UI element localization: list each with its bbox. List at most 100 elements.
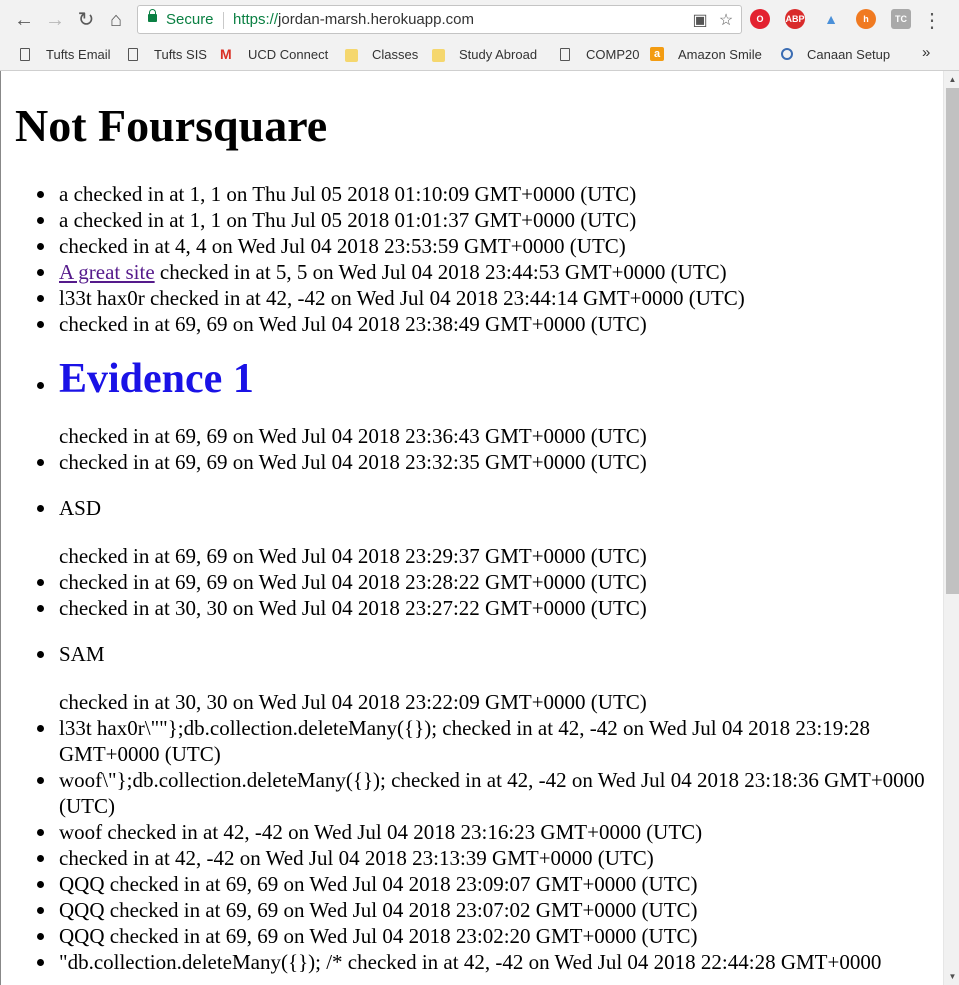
page-title: Not Foursquare — [15, 100, 328, 151]
bullet-icon — [37, 777, 44, 784]
page-icon — [20, 47, 30, 61]
honey-icon[interactable]: h — [856, 9, 876, 29]
tracker-icon[interactable]: ▲ — [821, 9, 841, 29]
bookmark-label: Classes — [372, 46, 419, 62]
checkin-item: checked in at 69, 69 on Wed Jul 04 2018 … — [15, 311, 925, 337]
bullet-icon — [37, 907, 44, 914]
bullet-icon — [37, 933, 44, 940]
checkin-continuation: checked in at 69, 69 on Wed Jul 04 2018 … — [15, 543, 925, 569]
checkin-text: checked in at 69, 69 on Wed Jul 04 2018 … — [59, 424, 647, 448]
bookmark-5[interactable]: COMP20 — [558, 44, 639, 64]
checkin-item: checked in at 42, -42 on Wed Jul 04 2018… — [15, 845, 925, 871]
amazon-icon: a — [650, 47, 664, 61]
checkin-text: checked in at 30, 30 on Wed Jul 04 2018 … — [59, 690, 647, 714]
url-host: jordan-marsh.herokuapp.com — [278, 11, 474, 28]
page-icon — [128, 47, 138, 61]
checkin-item: woof checked in at 42, -42 on Wed Jul 04… — [15, 819, 925, 845]
checkin-heading: SAM — [15, 641, 925, 667]
checkin-text: woof checked in at 42, -42 on Wed Jul 04… — [59, 820, 703, 844]
reload-icon[interactable]: ↻ — [74, 8, 98, 32]
checkin-item: "db.collection.deleteMany({}); /* checke… — [15, 949, 925, 975]
checkin-item: a checked in at 1, 1 on Thu Jul 05 2018 … — [15, 181, 925, 207]
checkin-text: checked in at 5, 5 on Wed Jul 04 2018 23… — [154, 260, 727, 284]
bookmark-6[interactable]: a Amazon Smile — [650, 44, 762, 64]
checkin-text: checked in at 69, 69 on Wed Jul 04 2018 … — [59, 544, 647, 568]
checkin-text: a checked in at 1, 1 on Thu Jul 05 2018 … — [59, 182, 637, 206]
bullet-icon — [37, 459, 44, 466]
checkin-item: checked in at 4, 4 on Wed Jul 04 2018 23… — [15, 233, 925, 259]
bullet-icon — [37, 191, 44, 198]
bookmark-label: Tufts Email — [46, 46, 111, 62]
bookmark-label: Canaan Setup — [807, 46, 891, 62]
bookmark-2[interactable]: M UCD Connect — [220, 44, 328, 64]
bullet-icon — [37, 382, 44, 389]
checkin-text: checked in at 69, 69 on Wed Jul 04 2018 … — [59, 450, 647, 474]
checkin-text: checked in at 69, 69 on Wed Jul 04 2018 … — [59, 312, 647, 336]
checkin-item: l33t hax0r checked in at 42, -42 on Wed … — [15, 285, 925, 311]
checkin-text: checked in at 4, 4 on Wed Jul 04 2018 23… — [59, 234, 626, 258]
browser-chrome: ← → ↻ ⌂ Secure https://jordan-marsh.hero… — [0, 0, 959, 71]
checkin-list: a checked in at 1, 1 on Thu Jul 05 2018 … — [15, 181, 925, 975]
bookmark-4[interactable]: Study Abroad — [432, 44, 537, 64]
blocked-popup-icon[interactable]: ▣ — [691, 11, 709, 29]
bullet-icon — [37, 855, 44, 862]
checkin-heading-text: SAM — [59, 642, 105, 666]
menu-icon[interactable]: ⋮ — [922, 8, 942, 32]
url-text[interactable]: https://jordan-marsh.herokuapp.com — [233, 11, 474, 28]
checkin-heading-text: Evidence 1 — [59, 356, 254, 402]
bullet-icon — [37, 243, 44, 250]
checkin-item: QQQ checked in at 69, 69 on Wed Jul 04 2… — [15, 871, 925, 897]
checkin-item: checked in at 30, 30 on Wed Jul 04 2018 … — [15, 595, 925, 621]
gmail-icon: M — [220, 46, 232, 62]
bookmark-7[interactable]: Canaan Setup — [779, 44, 890, 64]
page-icon — [560, 47, 570, 61]
bookmark-3[interactable]: Classes — [345, 44, 418, 64]
bullet-icon — [37, 217, 44, 224]
address-bar[interactable]: Secure https://jordan-marsh.herokuapp.co… — [137, 5, 742, 34]
bookmark-label: Tufts SIS — [154, 46, 207, 62]
scroll-thumb[interactable] — [946, 88, 959, 594]
bullet-icon — [37, 829, 44, 836]
adblock-plus-icon[interactable]: ABP — [785, 9, 805, 29]
bookmark-1[interactable]: Tufts SIS — [126, 44, 207, 64]
vertical-scrollbar[interactable]: ▲ ▼ — [943, 71, 959, 985]
bullet-icon — [37, 295, 44, 302]
opera-icon[interactable]: O — [750, 9, 770, 29]
bookmark-star-icon[interactable]: ☆ — [717, 11, 735, 29]
checkin-item: A great site checked in at 5, 5 on Wed J… — [15, 259, 925, 285]
scroll-up-icon[interactable]: ▲ — [944, 71, 959, 88]
checkin-item: QQQ checked in at 69, 69 on Wed Jul 04 2… — [15, 897, 925, 923]
checkin-item: woof\"};db.collection.deleteMany({}); ch… — [15, 767, 925, 819]
checkin-item: QQQ checked in at 69, 69 on Wed Jul 04 2… — [15, 923, 925, 949]
bullet-icon — [37, 651, 44, 658]
checkin-item: l33t hax0r\""};db.collection.deleteMany(… — [15, 715, 925, 767]
navigation-bar: ← → ↻ ⌂ Secure https://jordan-marsh.hero… — [0, 0, 959, 40]
bullet-icon — [37, 269, 44, 276]
home-icon[interactable]: ⌂ — [104, 8, 128, 32]
checkin-item: checked in at 69, 69 on Wed Jul 04 2018 … — [15, 569, 925, 595]
forward-icon[interactable]: → — [43, 8, 67, 32]
bookmarks-bar: Tufts Email Tufts SIS M UCD Connect Classes S… — [0, 40, 959, 68]
checkin-item: checked in at 69, 69 on Wed Jul 04 2018 … — [15, 449, 925, 475]
back-icon[interactable]: ← — [12, 8, 36, 32]
checkin-item: a checked in at 1, 1 on Thu Jul 05 2018 … — [15, 207, 925, 233]
checkin-text: "db.collection.deleteMany({}); /* checke… — [59, 950, 882, 974]
bookmark-label: COMP20 — [586, 46, 640, 62]
bookmark-0[interactable]: Tufts Email — [18, 44, 111, 64]
scroll-down-icon[interactable]: ▼ — [944, 968, 959, 985]
url-divider — [223, 12, 224, 29]
tc-icon[interactable]: TC — [891, 9, 911, 29]
more-bookmarks-button[interactable]: » — [922, 44, 930, 61]
secure-label: Secure — [166, 11, 214, 28]
bullet-icon — [37, 579, 44, 586]
checkin-text: checked in at 42, -42 on Wed Jul 04 2018… — [59, 846, 654, 870]
checkin-text: QQQ checked in at 69, 69 on Wed Jul 04 2… — [59, 924, 698, 948]
checkin-continuation: checked in at 69, 69 on Wed Jul 04 2018 … — [15, 423, 925, 449]
bookmark-label: Amazon Smile — [678, 46, 762, 62]
checkin-text: checked in at 69, 69 on Wed Jul 04 2018 … — [59, 570, 647, 594]
site-link[interactable]: A great site — [59, 260, 155, 284]
checkin-text: woof\"};db.collection.deleteMany({}); ch… — [59, 768, 925, 818]
bullet-icon — [37, 725, 44, 732]
checkin-heading-text: ASD — [59, 496, 102, 520]
bullet-icon — [37, 881, 44, 888]
